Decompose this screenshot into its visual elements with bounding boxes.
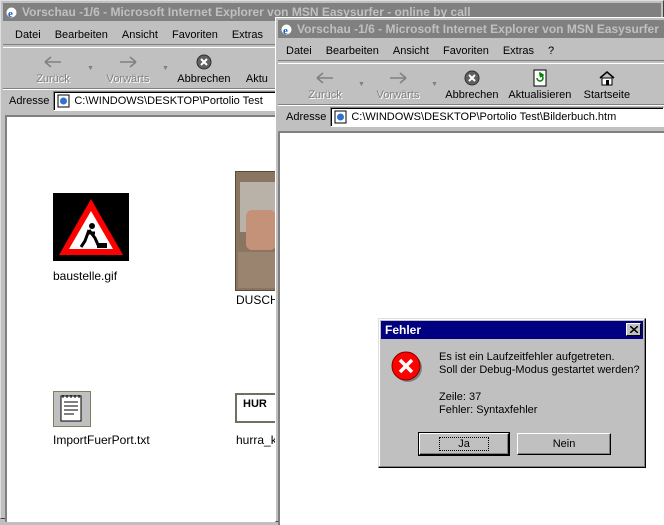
front-back-label: Zurück bbox=[308, 89, 342, 101]
forward-dropdown-icon[interactable]: ▼ bbox=[162, 65, 169, 72]
file-label-hurra: hurra_k bbox=[236, 433, 277, 447]
stop-icon bbox=[464, 70, 480, 86]
front-toolbar: Zurück ▼ Vorwärts ▼ Abbrechen Aktualisie… bbox=[278, 63, 664, 105]
no-button[interactable]: Nein bbox=[517, 433, 611, 455]
front-address-bar: Adresse C:\WINDOWS\DESKTOP\Portolio Test… bbox=[278, 105, 664, 128]
front-menu-bar: Datei Bearbeiten Ansicht Favoriten Extra… bbox=[278, 41, 664, 61]
ie-icon: e bbox=[281, 24, 292, 36]
front-stop-button[interactable]: Abbrechen bbox=[444, 66, 500, 104]
construction-sign-icon bbox=[59, 199, 123, 255]
dialog-title: Fehler bbox=[385, 323, 422, 337]
back-forward-button[interactable]: Vorwärts bbox=[100, 50, 156, 88]
front-menu-datei[interactable]: Datei bbox=[286, 45, 312, 57]
forward-arrow-icon bbox=[119, 56, 137, 68]
dialog-close-button[interactable] bbox=[626, 323, 641, 336]
front-menu-ansicht[interactable]: Ansicht bbox=[393, 45, 429, 57]
page-icon bbox=[57, 94, 70, 108]
back-menu-ansicht[interactable]: Ansicht bbox=[122, 29, 158, 41]
back-address-value: C:\WINDOWS\DESKTOP\Portolio Test bbox=[74, 95, 263, 107]
back-menu-extras[interactable]: Extras bbox=[232, 29, 263, 41]
front-refresh-label: Aktualisieren bbox=[508, 89, 572, 101]
yes-button-label: Ja bbox=[439, 437, 489, 451]
back-refresh-label: Aktu bbox=[245, 73, 268, 85]
back-dropdown-icon[interactable]: ▼ bbox=[358, 81, 365, 88]
dialog-message-line2: Soll der Debug-Modus gestartet werden? bbox=[439, 364, 640, 376]
yes-button[interactable]: Ja bbox=[418, 432, 510, 456]
back-stop-label: Abbrechen bbox=[177, 73, 231, 85]
front-address-label: Adresse bbox=[286, 111, 327, 123]
back-address-label: Adresse bbox=[9, 95, 50, 107]
svg-text:e: e bbox=[8, 8, 13, 19]
back-menu-favoriten[interactable]: Favoriten bbox=[172, 29, 218, 41]
back-menu-bearbeiten[interactable]: Bearbeiten bbox=[55, 29, 108, 41]
front-menu-help[interactable]: ? bbox=[548, 45, 554, 57]
notepad-icon bbox=[60, 395, 82, 422]
home-icon bbox=[599, 71, 615, 86]
front-menu-favoriten[interactable]: Favoriten bbox=[443, 45, 489, 57]
no-button-label: Nein bbox=[552, 438, 576, 450]
back-refresh-button[interactable]: Aktu bbox=[237, 50, 277, 88]
back-back-button[interactable]: Zurück bbox=[25, 50, 81, 88]
back-forward-label: Vorwärts bbox=[106, 73, 150, 85]
front-home-button[interactable]: Startseite bbox=[580, 66, 634, 104]
front-refresh-button[interactable]: Aktualisieren bbox=[506, 66, 574, 104]
page-icon bbox=[334, 110, 347, 124]
stop-icon bbox=[196, 54, 212, 70]
close-icon bbox=[629, 326, 638, 333]
error-dialog: Fehler Es ist ein Laufzeitfehler aufgetr… bbox=[378, 318, 646, 468]
dialog-message: Es ist ein Laufzeitfehler aufgetreten. S… bbox=[439, 351, 640, 417]
baustelle-thumbnail[interactable] bbox=[53, 193, 129, 261]
front-title-bar[interactable]: e Vorschau -1/6 - Microsoft Internet Exp… bbox=[278, 20, 664, 38]
front-home-label: Startseite bbox=[583, 89, 631, 101]
front-forward-label: Vorwärts bbox=[376, 89, 420, 101]
forward-arrow-icon bbox=[389, 72, 407, 84]
hurra-thumbnail[interactable]: HUR bbox=[235, 393, 279, 423]
dialog-message-line1: Es ist ein Laufzeitfehler aufgetreten. bbox=[439, 351, 615, 363]
ie-icon: e bbox=[6, 7, 17, 19]
dialog-title-bar[interactable]: Fehler bbox=[381, 321, 643, 339]
front-back-button[interactable]: Zurück bbox=[298, 66, 352, 104]
svg-text:e: e bbox=[283, 25, 288, 36]
front-forward-button[interactable]: Vorwärts bbox=[371, 66, 425, 104]
file-label-importfuerport: ImportFuerPort.txt bbox=[53, 433, 150, 447]
dialog-line-number: Zeile: 37 bbox=[439, 391, 482, 403]
file-label-baustelle: baustelle.gif bbox=[53, 269, 118, 283]
front-address-field[interactable]: C:\WINDOWS\DESKTOP\Portolio Test\Bilderb… bbox=[330, 107, 664, 127]
back-stop-button[interactable]: Abbrechen bbox=[175, 50, 233, 88]
back-dropdown-icon[interactable]: ▼ bbox=[87, 65, 94, 72]
hurra-thumb-text: HUR bbox=[243, 398, 267, 410]
forward-dropdown-icon[interactable]: ▼ bbox=[431, 81, 438, 88]
dialog-error-type: Fehler: Syntaxfehler bbox=[439, 404, 538, 416]
front-window-title: Vorschau -1/6 - Microsoft Internet Explo… bbox=[297, 22, 659, 36]
txt-file-icon[interactable] bbox=[53, 391, 91, 427]
back-arrow-icon bbox=[316, 72, 333, 84]
front-stop-label: Abbrechen bbox=[445, 89, 499, 101]
error-icon bbox=[391, 351, 422, 382]
back-arrow-icon bbox=[44, 56, 61, 68]
back-back-label: Zurück bbox=[36, 73, 70, 85]
front-address-value: C:\WINDOWS\DESKTOP\Portolio Test\Bilderb… bbox=[351, 111, 617, 123]
file-label-dusch: DUSCH bbox=[236, 293, 279, 307]
front-menu-extras[interactable]: Extras bbox=[503, 45, 534, 57]
refresh-icon bbox=[533, 69, 547, 87]
front-menu-bearbeiten[interactable]: Bearbeiten bbox=[326, 45, 379, 57]
back-menu-datei[interactable]: Datei bbox=[15, 29, 41, 41]
